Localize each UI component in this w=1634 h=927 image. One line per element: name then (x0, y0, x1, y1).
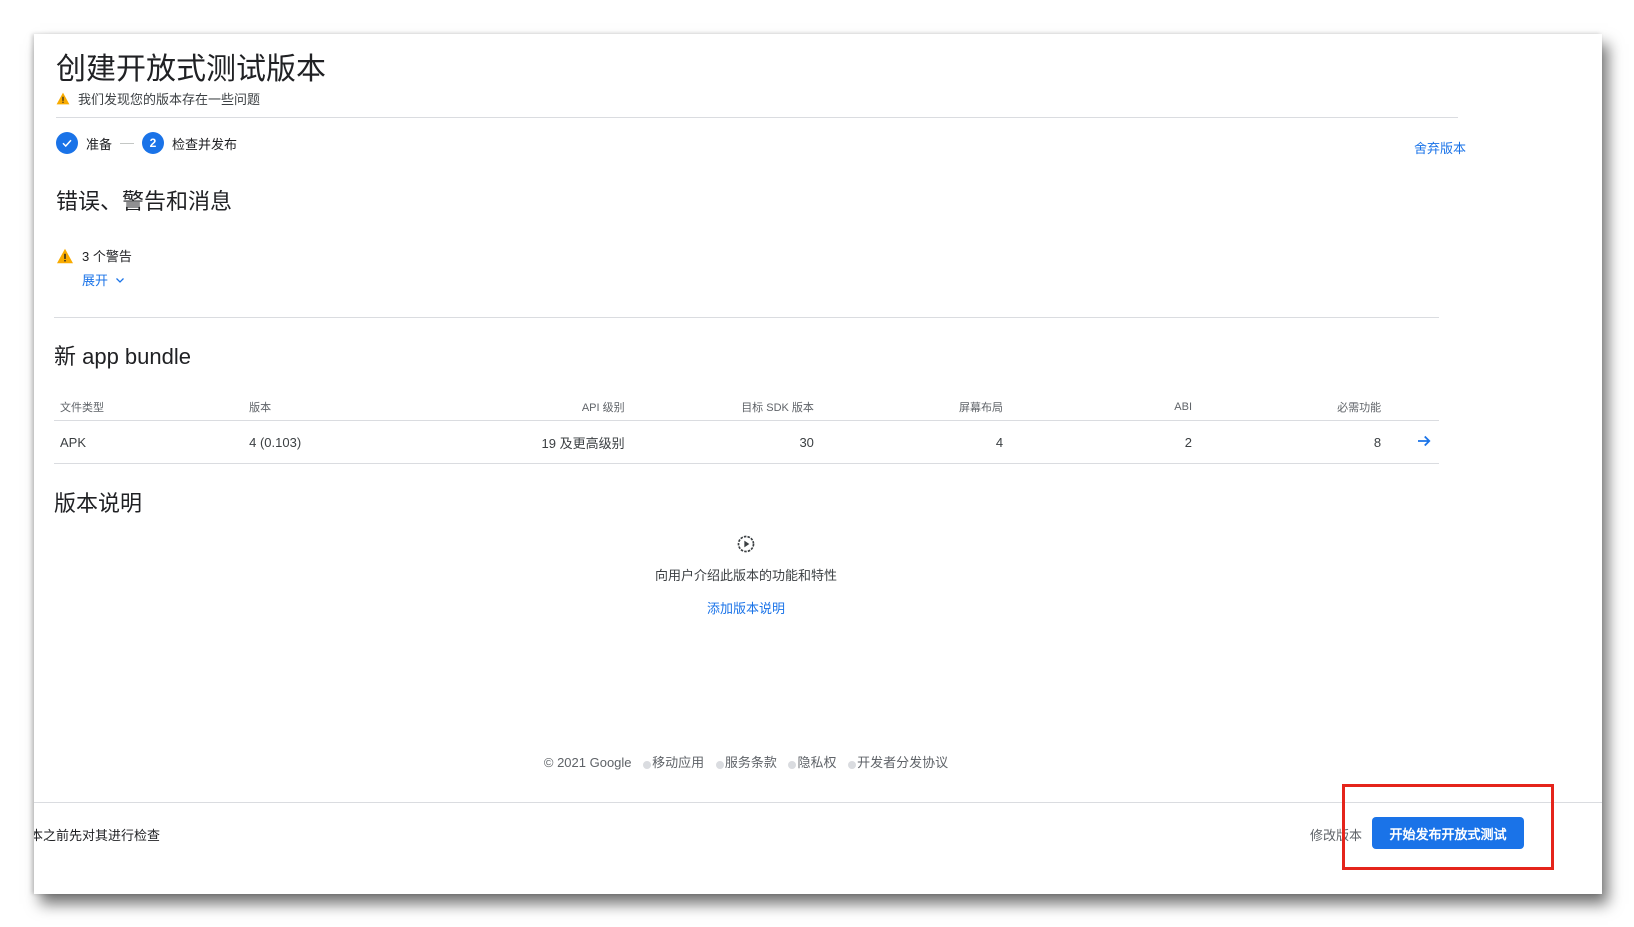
cell-abi: 2 (1009, 420, 1198, 464)
cell-version: 4 (0.103) (243, 420, 415, 464)
footer-copyright: © 2021 Google (543, 755, 632, 770)
step-number-badge: 2 (142, 132, 165, 154)
cell-file-type: APK (54, 420, 244, 464)
page-title: 创建开放式测试版本 (56, 53, 326, 86)
cell-target-sdk: 30 (630, 420, 820, 464)
arrow-right-icon (1418, 435, 1431, 446)
issues-warning: 我们发现您的版本存在一些问题 (56, 89, 260, 108)
bundle-section-title: 新 app bundle (54, 344, 191, 369)
col-target-sdk: 目标 SDK 版本 (630, 394, 820, 421)
release-notes-section-title: 版本说明 (54, 491, 143, 516)
col-action (1387, 394, 1439, 421)
release-notes-empty-text: 向用户介绍此版本的功能和特性 (654, 568, 837, 583)
review-hint-text: 本之前先对其进行检查 (34, 828, 161, 843)
step-label-prepare: 准备 (86, 136, 113, 152)
add-release-notes-link[interactable]: 添加版本说明 (707, 598, 785, 617)
issues-warning-text: 我们发现您的版本存在一些问题 (78, 92, 261, 107)
footer-separator (715, 761, 724, 769)
release-notes-empty-state: 向用户介绍此版本的功能和特性 添加版本说明 (34, 534, 1458, 618)
stepper: 准备 2 检查并发布 (56, 132, 237, 154)
cell-required-features: 8 (1198, 420, 1388, 464)
cell-api-level: 19 及更高级别 (414, 420, 631, 464)
footer-separator (643, 761, 652, 769)
footer-link-distribution-agreement[interactable]: 开发者分发协议 (857, 755, 948, 770)
row-detail-button[interactable] (1387, 420, 1439, 464)
step-connector (120, 142, 135, 144)
play-circle-icon (737, 535, 755, 553)
col-api-level: API 级别 (414, 394, 631, 421)
footer-link-privacy[interactable]: 隐私权 (797, 755, 836, 770)
warnings-summary: 3 个警告 (56, 246, 132, 265)
bundle-table: 文件类型 版本 API 级别 目标 SDK 版本 屏幕布局 ABI 必需功能 A… (54, 394, 1439, 464)
edit-release-button[interactable]: 修改版本 (1310, 825, 1362, 844)
start-open-testing-rollout-button[interactable]: 开始发布开放式测试 (1372, 817, 1524, 849)
bottom-action-bar: 本之前先对其进行检查 修改版本 开始发布开放式测试 (34, 802, 1602, 894)
header-divider (56, 117, 1458, 118)
footer: © 2021 Google 移动应用 服务条款 隐私权 开发者分发协议 (34, 752, 1458, 771)
chevron-down-icon (116, 277, 124, 283)
footer-separator (848, 761, 857, 769)
footer-link-mobile-apps[interactable]: 移动应用 (652, 755, 704, 770)
messages-divider (54, 317, 1439, 318)
console-window: 创建开放式测试版本 我们发现您的版本存在一些问题 准备 2 检查并发布 舍弃版本… (34, 34, 1602, 894)
table-row[interactable]: APK 4 (0.103) 19 及更高级别 30 4 2 8 (54, 420, 1439, 464)
warning-icon (56, 92, 70, 105)
col-screen-layouts: 屏幕布局 (819, 394, 1010, 421)
col-required-features: 必需功能 (1198, 394, 1388, 421)
messages-section-title: 错误、警告和消息 (56, 189, 233, 214)
step-label-review: 检查并发布 (172, 136, 238, 152)
discard-release-link[interactable]: 舍弃版本 (1414, 138, 1466, 157)
col-abi: ABI (1009, 394, 1198, 421)
warning-icon (57, 248, 73, 263)
cell-screen-layouts: 4 (819, 420, 1010, 464)
main-content: 创建开放式测试版本 我们发现您的版本存在一些问题 准备 2 检查并发布 舍弃版本… (34, 34, 1602, 834)
table-header-row: 文件类型 版本 API 级别 目标 SDK 版本 屏幕布局 ABI 必需功能 (54, 394, 1439, 421)
step-done-check-icon (56, 132, 78, 154)
footer-link-terms[interactable]: 服务条款 (725, 755, 777, 770)
warnings-count: 3 个警告 (82, 249, 132, 264)
col-file-type: 文件类型 (54, 394, 244, 421)
expand-warnings-button[interactable]: 展开 (82, 270, 126, 289)
col-version: 版本 (243, 394, 415, 421)
expand-label: 展开 (82, 273, 109, 288)
footer-separator (788, 761, 797, 769)
